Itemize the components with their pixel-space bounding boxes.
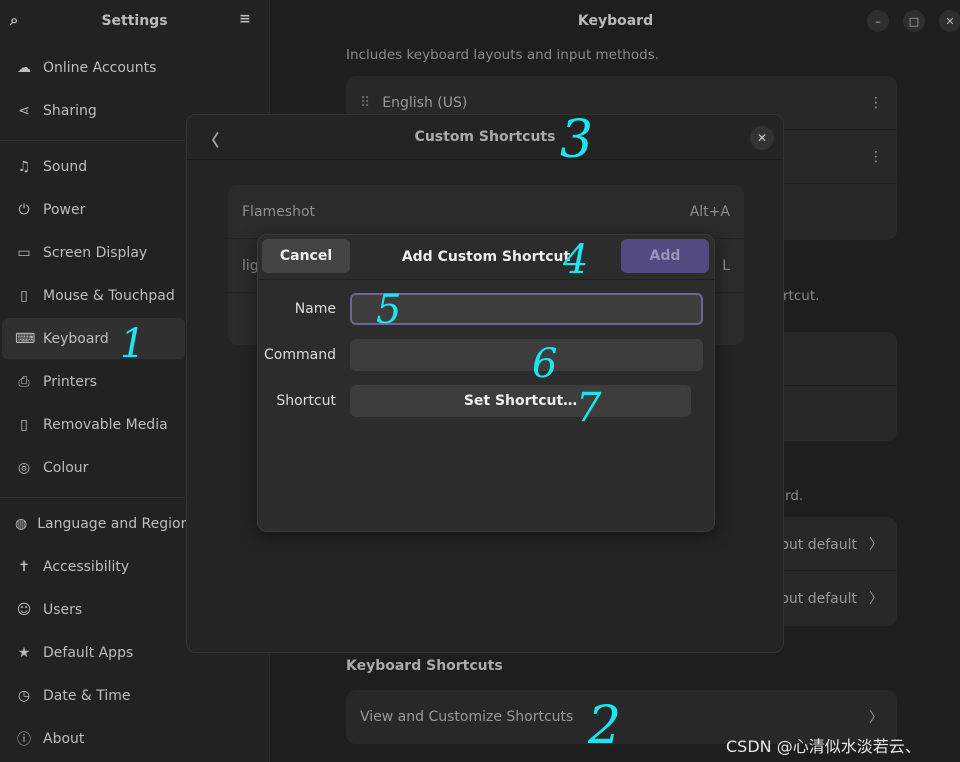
sidebar-item-label: Screen Display [43, 244, 148, 261]
close-dialog-button[interactable]: ✕ [750, 126, 774, 150]
annotation-4: 4 [563, 237, 589, 283]
cloud-icon: ☁ [17, 59, 31, 76]
sidebar-item-power[interactable]: ⏻ Power [2, 189, 185, 230]
sidebar-item-sharing[interactable]: ⋖ Sharing [2, 90, 185, 131]
sidebar-item-label: Mouse & Touchpad [43, 287, 175, 304]
shortcut-row[interactable]: Flameshot Alt+A [228, 185, 744, 239]
sidebar-item-users[interactable]: ☺ Users [2, 589, 185, 630]
input-source-name: English (US) [382, 94, 468, 111]
shortcut-accel: Alt+A [689, 203, 730, 220]
name-input[interactable] [350, 293, 703, 325]
command-input[interactable] [350, 339, 703, 371]
row-value: yout default [772, 591, 857, 607]
usb-icon: ▯ [20, 416, 28, 433]
sidebar-item-label: Keyboard [43, 330, 109, 347]
divider [0, 140, 185, 141]
sidebar-item-language-and-region[interactable]: ◍ Language and Region [2, 503, 189, 544]
share-icon: ⋖ [18, 102, 30, 119]
add-button[interactable]: Add [621, 239, 709, 273]
sidebar-item-default-apps[interactable]: ★ Default Apps [2, 632, 185, 673]
sidebar-item-label: Users [43, 601, 83, 618]
sidebar-item-about[interactable]: ⓘ About [2, 718, 185, 759]
shortcut-accel: L [722, 257, 730, 274]
name-label: Name [294, 301, 336, 317]
chevron-right-icon: 〉 [869, 591, 883, 607]
music-note-icon: ♫ [17, 158, 31, 175]
sidebar-item-label: About [43, 730, 85, 747]
description-fragment: rtcut. [783, 288, 820, 304]
back-button[interactable]: 〈 [203, 127, 219, 151]
annotation-6: 6 [532, 341, 558, 387]
command-label: Command [264, 347, 336, 363]
window-title: Keyboard [577, 13, 654, 29]
accessibility-icon: ✝ [18, 558, 30, 575]
more-icon[interactable]: ⋮ [869, 149, 883, 165]
sidebar-item-printers[interactable]: ⎙ Printers [2, 361, 185, 402]
annotation-3: 3 [560, 110, 594, 170]
shortcut-name: Flameshot [242, 203, 315, 220]
sidebar-item-label: Language and Region [37, 515, 190, 532]
globe-icon: ◍ [15, 515, 28, 532]
clock-icon: ◷ [17, 687, 31, 704]
row-value: yout default [772, 536, 857, 553]
maximize-button[interactable]: □ [903, 10, 925, 32]
sidebar-item-label: Online Accounts [43, 59, 157, 76]
info-icon: ⓘ [17, 731, 31, 748]
sidebar-item-label: Accessibility [43, 558, 130, 575]
close-window-button[interactable]: ✕ [939, 10, 960, 32]
menu-icon[interactable]: ≡ [239, 11, 251, 27]
sidebar-item-accessibility[interactable]: ✝ Accessibility [2, 546, 185, 587]
more-icon[interactable]: ⋮ [869, 95, 883, 111]
dialog-title: Custom Shortcuts [414, 129, 556, 145]
annotation-2: 2 [588, 696, 622, 756]
sidebar-item-label: Colour [43, 459, 89, 476]
view-shortcuts-label: View and Customize Shortcuts [360, 709, 574, 725]
sidebar-item-online-accounts[interactable]: ☁ Online Accounts [2, 47, 185, 88]
drag-handle-icon[interactable]: ⠿ [360, 95, 370, 111]
minimize-button[interactable]: – [867, 10, 889, 32]
search-icon[interactable]: ⌕ [10, 11, 18, 29]
annotation-7: 7 [576, 385, 602, 431]
sidebar-item-label: Date & Time [43, 687, 131, 704]
input-sources-description: Includes keyboard layouts and input meth… [346, 47, 659, 63]
sidebar-item-label: Sharing [43, 102, 97, 119]
sidebar-item-label: Default Apps [43, 644, 134, 661]
sidebar-item-label: Power [43, 201, 86, 218]
keyboard-icon: ⌨ [15, 330, 36, 347]
cancel-button[interactable]: Cancel [262, 239, 350, 273]
sidebar-item-label: Sound [43, 158, 88, 175]
sidebar-item-label: Printers [43, 373, 97, 390]
annotation-5: 5 [376, 287, 402, 333]
dialog-title: Add Custom Shortcut [401, 249, 571, 265]
add-custom-shortcut-dialog: Cancel Add Custom Shortcut Add Name Comm… [257, 234, 715, 532]
sidebar-title: Settings [101, 13, 168, 29]
sidebar-item-keyboard[interactable]: ⌨ Keyboard [2, 318, 185, 359]
colour-icon: ◎ [17, 459, 31, 476]
divider [0, 497, 185, 498]
annotation-1: 1 [120, 321, 146, 367]
sidebar-header: ⌕ Settings ≡ [0, 0, 269, 42]
mouse-icon: ▯ [20, 287, 28, 304]
sidebar-item-colour[interactable]: ◎ Colour [2, 447, 185, 488]
sidebar-item-removable-media[interactable]: ▯ Removable Media [2, 404, 185, 445]
set-shortcut-button[interactable]: Set Shortcut… [350, 385, 691, 417]
printer-icon: ⎙ [18, 373, 30, 390]
monitor-icon: ▭ [17, 244, 31, 261]
star-icon: ★ [17, 644, 31, 661]
sidebar-item-mouse-touchpad[interactable]: ▯ Mouse & Touchpad [2, 275, 185, 316]
chevron-right-icon: 〉 [869, 536, 883, 553]
sidebar-item-screen-display[interactable]: ▭ Screen Display [2, 232, 185, 273]
chevron-right-icon: 〉 [869, 710, 883, 726]
watermark: CSDN @心清似水淡若云、 [726, 737, 921, 756]
shortcut-label: Shortcut [276, 393, 336, 409]
sidebar-item-sound[interactable]: ♫ Sound [2, 146, 185, 187]
sidebar-item-date-time[interactable]: ◷ Date & Time [2, 675, 185, 716]
users-icon: ☺ [16, 601, 32, 618]
description-fragment: rd. [785, 488, 804, 504]
sidebar-item-label: Removable Media [43, 416, 168, 433]
power-icon: ⏻ [18, 201, 30, 218]
keyboard-shortcuts-heading: Keyboard Shortcuts [346, 658, 503, 674]
